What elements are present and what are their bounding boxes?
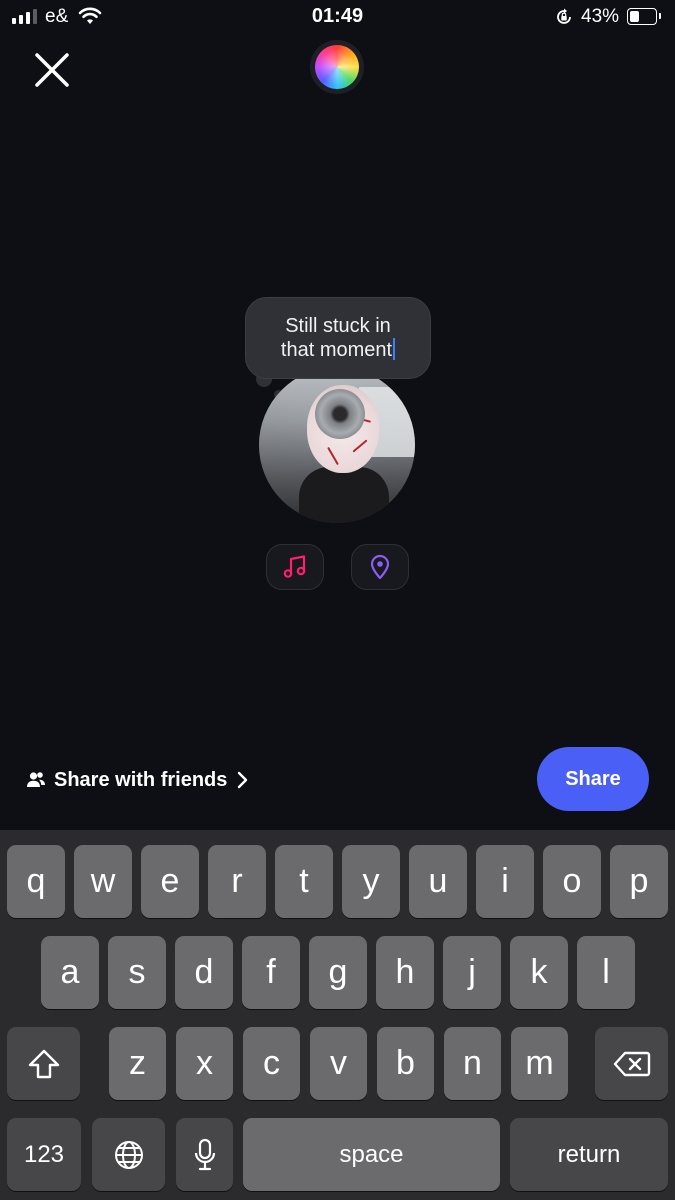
key-t[interactable]: t bbox=[275, 845, 333, 918]
numbers-key[interactable]: 123 bbox=[7, 1118, 81, 1191]
space-key[interactable]: space bbox=[243, 1118, 500, 1191]
chevron-right-icon bbox=[238, 771, 248, 789]
key-v[interactable]: v bbox=[310, 1027, 367, 1100]
add-location-button[interactable] bbox=[351, 544, 409, 590]
note-text-field[interactable]: Still stuck in that moment bbox=[245, 297, 431, 379]
location-pin-icon bbox=[370, 554, 390, 580]
key-n[interactable]: n bbox=[444, 1027, 501, 1100]
rotation-lock-icon bbox=[557, 8, 571, 24]
friends-icon bbox=[27, 772, 45, 787]
add-music-button[interactable] bbox=[266, 544, 324, 590]
close-icon bbox=[35, 53, 69, 87]
key-g[interactable]: g bbox=[309, 936, 367, 1009]
key-h[interactable]: h bbox=[376, 936, 434, 1009]
key-a[interactable]: a bbox=[41, 936, 99, 1009]
color-orb-icon bbox=[315, 45, 359, 89]
key-k[interactable]: k bbox=[510, 936, 568, 1009]
audience-label: Share with friends bbox=[54, 768, 228, 791]
key-f[interactable]: f bbox=[242, 936, 300, 1009]
key-z[interactable]: z bbox=[109, 1027, 166, 1100]
globe-icon bbox=[114, 1140, 143, 1169]
key-o[interactable]: o bbox=[543, 845, 601, 918]
key-p[interactable]: p bbox=[610, 845, 668, 918]
key-l[interactable]: l bbox=[577, 936, 635, 1009]
key-b[interactable]: b bbox=[377, 1027, 434, 1100]
shift-icon bbox=[28, 1049, 59, 1078]
key-e[interactable]: e bbox=[141, 845, 199, 918]
status-bar: e& 01:49 43% bbox=[0, 0, 675, 36]
key-r[interactable]: r bbox=[208, 845, 266, 918]
key-y[interactable]: y bbox=[342, 845, 400, 918]
microphone-icon bbox=[194, 1138, 215, 1170]
key-s[interactable]: s bbox=[108, 936, 166, 1009]
key-q[interactable]: q bbox=[7, 845, 65, 918]
note-text: Still stuck in that moment bbox=[258, 314, 418, 362]
key-m[interactable]: m bbox=[511, 1027, 568, 1100]
key-u[interactable]: u bbox=[409, 845, 467, 918]
share-button[interactable]: Share bbox=[537, 747, 649, 811]
key-x[interactable]: x bbox=[176, 1027, 233, 1100]
audience-selector[interactable]: Share with friends bbox=[26, 764, 249, 796]
dictation-key[interactable] bbox=[176, 1118, 233, 1191]
key-i[interactable]: i bbox=[476, 845, 534, 918]
backspace-icon bbox=[613, 1051, 650, 1076]
color-picker-button[interactable] bbox=[310, 40, 364, 94]
delete-key[interactable] bbox=[595, 1027, 668, 1100]
close-button[interactable] bbox=[30, 48, 74, 92]
text-cursor bbox=[393, 338, 396, 360]
key-j[interactable]: j bbox=[443, 936, 501, 1009]
keyboard: 123 space return qwertyuiop asdfghjkl zxcv… bbox=[0, 830, 675, 1200]
battery-icon bbox=[627, 8, 661, 25]
key-w[interactable]: w bbox=[74, 845, 132, 918]
key-c[interactable]: c bbox=[243, 1027, 300, 1100]
shift-key[interactable] bbox=[7, 1027, 80, 1100]
profile-photo bbox=[259, 367, 415, 523]
music-note-icon bbox=[283, 555, 306, 578]
globe-key[interactable] bbox=[92, 1118, 165, 1191]
battery-percent: 43% bbox=[581, 6, 620, 27]
return-key[interactable]: return bbox=[510, 1118, 668, 1191]
key-d[interactable]: d bbox=[175, 936, 233, 1009]
